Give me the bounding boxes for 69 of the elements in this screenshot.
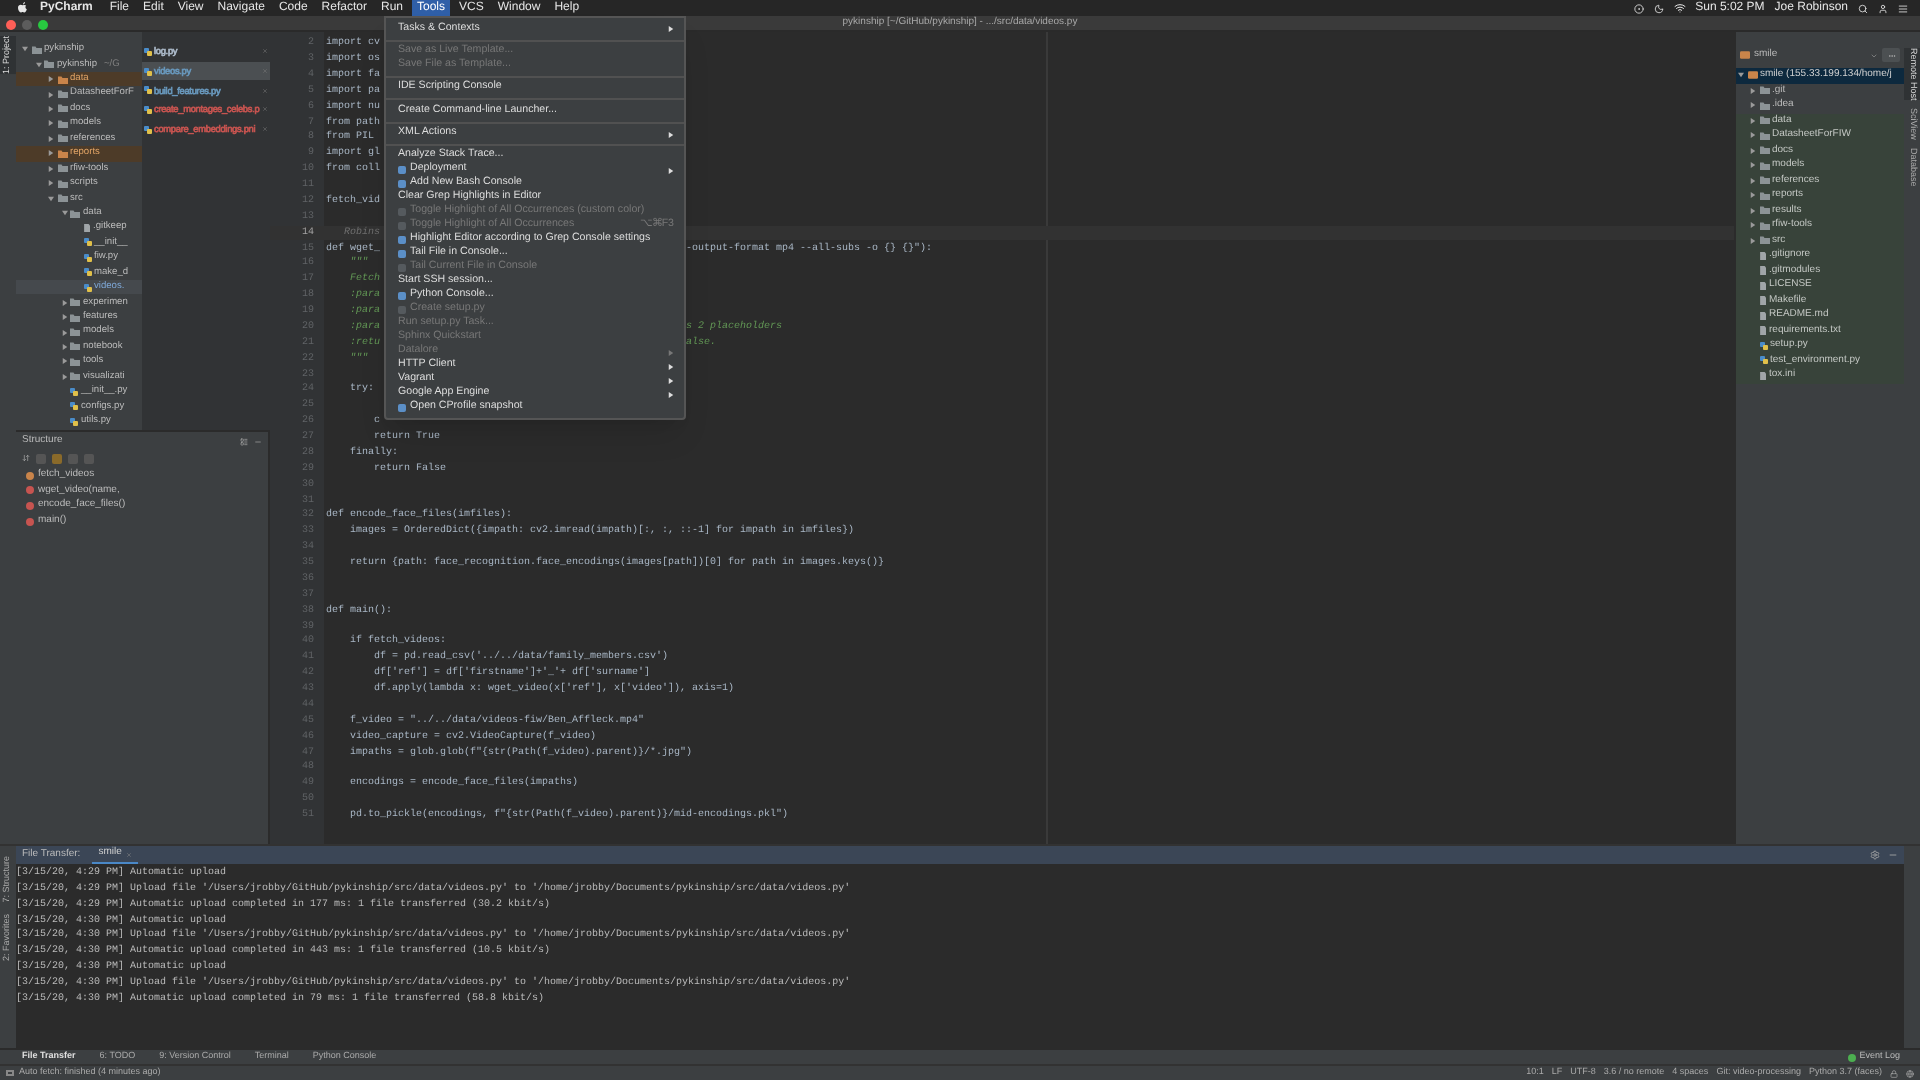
moon-icon[interactable]: [1653, 3, 1664, 13]
sort-icon[interactable]: [22, 454, 30, 462]
expand-arrow-icon[interactable]: [61, 329, 67, 336]
expand-arrow-icon[interactable]: [61, 299, 67, 306]
python-file-icon: [83, 238, 91, 247]
square-icon: [398, 236, 406, 245]
python-file-icon: [70, 402, 78, 411]
menu-icon[interactable]: [1898, 3, 1908, 13]
expand-arrow-icon[interactable]: [48, 91, 54, 98]
python-file-icon: [70, 417, 78, 426]
expand-arrow-icon[interactable]: [61, 373, 67, 380]
wifi-icon[interactable]: [1673, 2, 1686, 14]
expand-arrow-icon[interactable]: [1750, 237, 1756, 244]
more-button[interactable]: [1882, 48, 1900, 62]
collapse-arrow-icon[interactable]: [1738, 72, 1744, 79]
expand-arrow-icon[interactable]: [1750, 102, 1756, 109]
file-icon: [83, 223, 90, 233]
collapse-arrow-icon[interactable]: [48, 195, 54, 202]
square-icon: [398, 166, 406, 175]
expand-arrow-icon[interactable]: [61, 343, 67, 350]
expand-arrow-icon[interactable]: [1750, 177, 1756, 184]
expand-arrow-icon[interactable]: [48, 105, 54, 112]
close-window-button[interactable]: [6, 19, 16, 29]
expand-arrow-icon[interactable]: [1750, 192, 1756, 199]
expand-arrow-icon[interactable]: [48, 135, 54, 142]
python-file-icon: [144, 47, 152, 56]
square-icon: [398, 250, 406, 259]
expand-arrow-icon[interactable]: [48, 76, 54, 83]
python-file-icon: [1759, 356, 1767, 365]
expand-arrow-icon[interactable]: [61, 314, 67, 321]
python-file-icon: [144, 105, 152, 114]
variable-icon: [26, 471, 34, 480]
expand-arrow-icon[interactable]: [1750, 132, 1756, 139]
square-icon: [398, 180, 406, 189]
user-icon[interactable]: [1878, 3, 1888, 13]
status-toggle-icon[interactable]: [6, 1069, 13, 1077]
python-file-icon: [1759, 341, 1767, 350]
expand-arrow-icon[interactable]: [1750, 207, 1756, 214]
search-icon[interactable]: [1858, 3, 1868, 13]
expand-arrow-icon[interactable]: [1750, 222, 1756, 229]
expand-arrow-icon[interactable]: [48, 180, 54, 187]
collapse-arrow-icon[interactable]: [35, 61, 41, 68]
record-icon[interactable]: [1633, 3, 1644, 13]
expand-arrow-icon[interactable]: [1750, 87, 1756, 94]
expand-arrow-icon[interactable]: [1750, 147, 1756, 154]
lock-icon[interactable]: [1890, 1069, 1898, 1077]
collapse-arrow-icon[interactable]: [22, 46, 28, 53]
file-icon: [1759, 371, 1766, 380]
python-file-icon: [144, 86, 152, 95]
square-icon: [398, 404, 406, 413]
square-icon: [398, 292, 406, 301]
expand-arrow-icon[interactable]: [1750, 162, 1756, 169]
expand-arrow-icon[interactable]: [1750, 117, 1756, 124]
expand-arrow-icon[interactable]: [48, 165, 54, 172]
expand-arrow-icon[interactable]: [48, 150, 54, 157]
python-file-icon: [144, 125, 152, 134]
globe-icon[interactable]: [1906, 1069, 1914, 1077]
zoom-window-button[interactable]: [38, 19, 48, 29]
expand-arrow-icon[interactable]: [48, 120, 54, 127]
settings-icon[interactable]: [1870, 850, 1880, 860]
python-file-icon: [83, 283, 91, 292]
list-icon[interactable]: [240, 437, 248, 445]
python-file-icon: [83, 253, 91, 262]
collapse-arrow-icon[interactable]: [61, 210, 67, 217]
python-file-icon: [83, 268, 91, 277]
expand-arrow-icon[interactable]: [61, 358, 67, 365]
python-file-icon: [70, 387, 78, 396]
apple-logo-icon[interactable]: [18, 2, 28, 14]
python-file-icon: [144, 67, 152, 76]
